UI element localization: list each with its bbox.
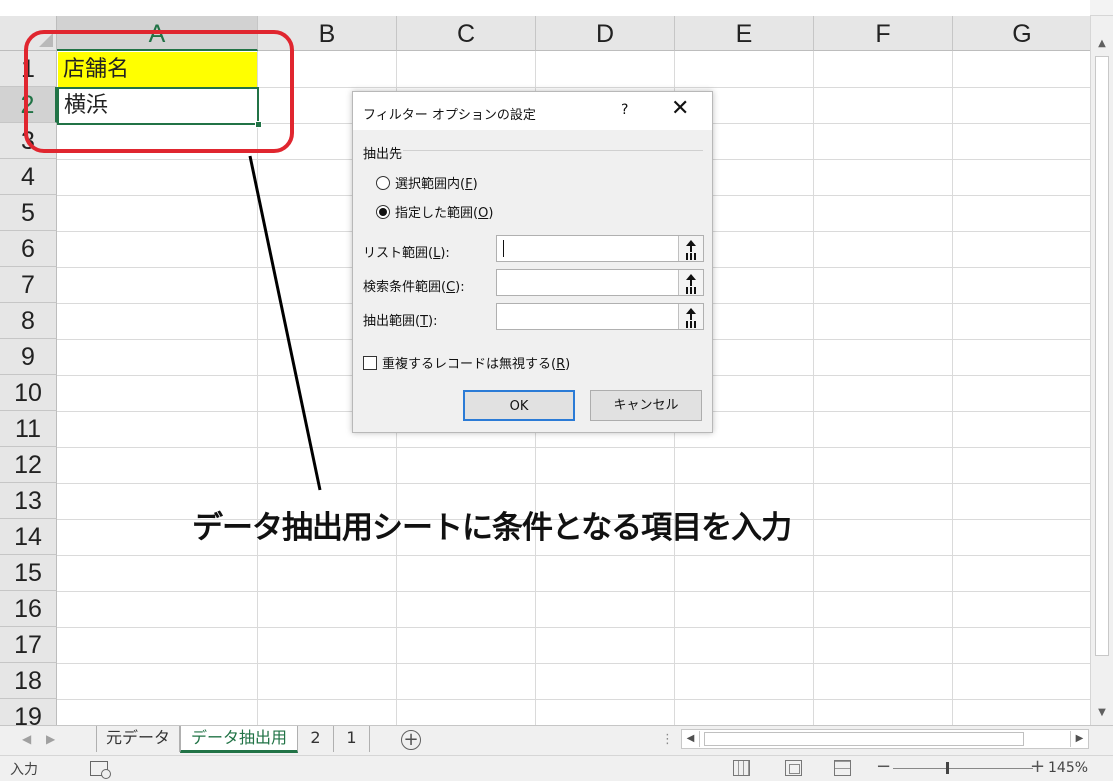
dialog-titlebar[interactable]: フィルター オプションの設定 ? ✕	[353, 92, 712, 130]
list-range-input[interactable]	[496, 235, 704, 262]
page-break-view-icon[interactable]	[834, 760, 851, 776]
radio-in-place-tail: )	[472, 177, 478, 192]
tab-scroll-right-icon[interactable]: ▶	[46, 732, 55, 746]
text-caret	[503, 240, 504, 257]
row-header-16[interactable]: 16	[0, 591, 57, 627]
radio-copy-to-range[interactable]: 指定した範囲(O)	[376, 202, 493, 221]
radio-in-place-key: F	[465, 177, 473, 192]
dialog-title: フィルター オプションの設定	[363, 108, 536, 123]
group-divider	[403, 150, 703, 151]
radio-copy-to-range-icon[interactable]	[376, 205, 390, 219]
vertical-scrollbar[interactable]: ▲ ▼	[1090, 16, 1113, 725]
scroll-right-icon[interactable]: ▶	[1070, 731, 1088, 747]
gridline	[952, 51, 953, 725]
filter-options-dialog: フィルター オプションの設定 ? ✕ 抽出先 選択範囲内(F) 指定した範囲(O…	[352, 91, 713, 433]
range-picker-icon[interactable]	[678, 236, 703, 261]
radio-in-place-icon[interactable]	[376, 176, 390, 190]
row-header-18[interactable]: 18	[0, 663, 57, 699]
row-header-15[interactable]: 15	[0, 555, 57, 591]
range-picker-icon[interactable]	[678, 304, 703, 329]
zoom-slider[interactable]	[893, 768, 1033, 769]
row-header-6[interactable]: 6	[0, 231, 57, 267]
radio-copy-to-range-key: O	[478, 206, 489, 221]
scroll-up-icon[interactable]: ▲	[1094, 36, 1110, 52]
radio-copy-to-range-tail: )	[488, 206, 494, 221]
zoom-slider-thumb[interactable]	[946, 762, 949, 774]
row-header-10[interactable]: 10	[0, 375, 57, 411]
row-header-12[interactable]: 12	[0, 447, 57, 483]
normal-view-icon[interactable]	[733, 760, 750, 776]
zoom-level[interactable]: 145%	[1048, 760, 1088, 776]
radio-in-place-label: 選択範囲内(	[395, 177, 466, 192]
help-icon[interactable]: ?	[621, 102, 628, 118]
extract-destination-label: 抽出先	[363, 147, 403, 162]
extract-range-label: 抽出範囲(T):	[363, 314, 438, 329]
scroll-left-icon[interactable]: ◀	[682, 731, 700, 747]
gridline	[57, 699, 1090, 700]
row-header-11[interactable]: 11	[0, 411, 57, 447]
column-header-f[interactable]: F	[814, 16, 953, 51]
page-layout-view-icon[interactable]	[785, 760, 802, 776]
unique-records-checkbox[interactable]: 重複するレコードは無視する(R)	[363, 353, 570, 372]
row-header-14[interactable]: 14	[0, 519, 57, 555]
unique-records-label: 重複するレコードは無視する(	[382, 357, 557, 372]
row-header-19[interactable]: 19	[0, 699, 57, 725]
status-bar: 入力 − + 145%	[0, 755, 1113, 781]
radio-in-place[interactable]: 選択範囲内(F)	[376, 173, 478, 192]
vertical-scroll-thumb[interactable]	[1095, 56, 1109, 656]
gridline	[57, 447, 1090, 448]
horizontal-scrollbar[interactable]: ◀ ▶	[681, 729, 1089, 749]
sheet-tab-source[interactable]: 元データ	[96, 726, 180, 752]
range-picker-icon[interactable]	[678, 270, 703, 295]
gridline	[57, 663, 1090, 664]
macro-record-icon[interactable]	[90, 761, 111, 779]
scroll-down-icon[interactable]: ▼	[1094, 705, 1110, 721]
sheet-tab-1[interactable]: 1	[334, 726, 370, 752]
gridline	[57, 627, 1090, 628]
zoom-in-button[interactable]: +	[1030, 756, 1045, 777]
gridline	[813, 51, 814, 725]
row-header-4[interactable]: 4	[0, 159, 57, 195]
column-header-g[interactable]: G	[953, 16, 1090, 51]
row-header-13[interactable]: 13	[0, 483, 57, 519]
highlight-box	[24, 30, 294, 153]
close-icon[interactable]: ✕	[671, 96, 689, 121]
column-header-e[interactable]: E	[675, 16, 814, 51]
row-header-5[interactable]: 5	[0, 195, 57, 231]
tab-split-handle[interactable]: ⋮	[661, 732, 674, 747]
column-header-c[interactable]: C	[397, 16, 536, 51]
unique-records-key: R	[556, 357, 566, 372]
row-header-8[interactable]: 8	[0, 303, 57, 339]
zoom-out-button[interactable]: −	[876, 756, 891, 777]
list-range-label: リスト範囲(L):	[363, 246, 450, 261]
checkbox-icon[interactable]	[363, 356, 377, 370]
column-header-d[interactable]: D	[536, 16, 675, 51]
row-header-7[interactable]: 7	[0, 267, 57, 303]
criteria-range-input[interactable]	[496, 269, 704, 296]
gridline	[57, 555, 1090, 556]
sheet-tab-bar: ◀ ▶ 元データ データ抽出用 2 1 + ⋮ ◀ ▶	[0, 725, 1113, 755]
criteria-range-label: 検索条件範囲(C):	[363, 280, 465, 295]
extract-range-input[interactable]	[496, 303, 704, 330]
row-header-17[interactable]: 17	[0, 627, 57, 663]
callout-text: データ抽出用シートに条件となる項目を入力	[192, 510, 792, 546]
gridline	[57, 483, 1090, 484]
status-mode: 入力	[10, 762, 38, 778]
cancel-button[interactable]: キャンセル	[590, 390, 702, 421]
radio-copy-to-range-label: 指定した範囲(	[395, 206, 479, 221]
sheet-tab-extract[interactable]: データ抽出用	[180, 726, 298, 753]
unique-records-tail: )	[565, 357, 571, 372]
horizontal-scroll-thumb[interactable]	[704, 732, 1024, 746]
sheet-tab-2[interactable]: 2	[298, 726, 334, 752]
row-header-9[interactable]: 9	[0, 339, 57, 375]
gridline	[57, 591, 1090, 592]
add-sheet-icon[interactable]: +	[401, 730, 421, 750]
ok-button[interactable]: OK	[463, 390, 575, 421]
tab-scroll-left-icon[interactable]: ◀	[22, 732, 31, 746]
